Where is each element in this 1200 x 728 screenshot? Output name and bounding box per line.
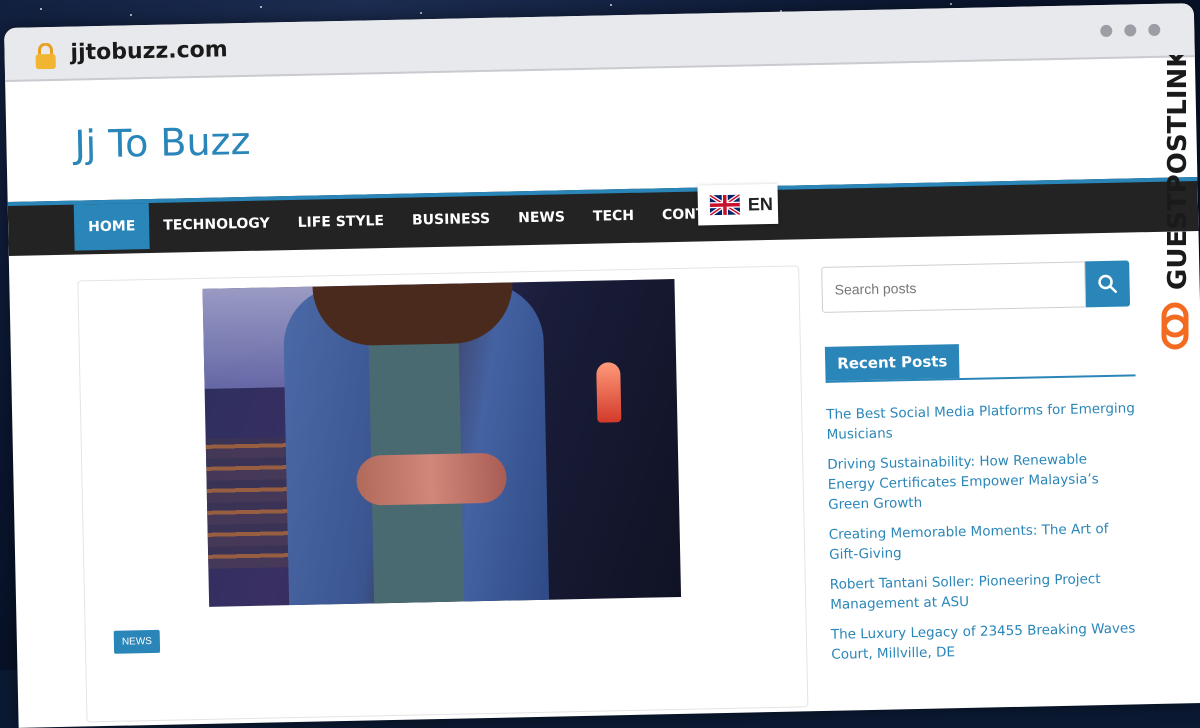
- window-controls: [1100, 24, 1160, 37]
- window-dot[interactable]: [1100, 25, 1112, 37]
- browser-window: jjtobuzz.com Jj To Buzz HOME TECHNOLOGY …: [4, 3, 1200, 728]
- post-category-badge[interactable]: NEWS: [114, 630, 160, 654]
- recent-post-link[interactable]: The Luxury Legacy of 23455 Breaking Wave…: [831, 618, 1142, 664]
- nav-menu: HOME TECHNOLOGY LIFE STYLE BUSINESS NEWS…: [74, 190, 776, 251]
- nav-item-news[interactable]: NEWS: [504, 194, 580, 242]
- address-bar-url[interactable]: jjtobuzz.com: [70, 37, 228, 65]
- chain-link-icon: [1164, 305, 1186, 347]
- main-navigation: HOME TECHNOLOGY LIFE STYLE BUSINESS NEWS…: [8, 177, 1199, 256]
- lock-icon: [34, 43, 57, 69]
- nav-item-business[interactable]: BUSINESS: [398, 196, 505, 244]
- recent-posts-widget: Recent Posts The Best Social Media Platf…: [825, 340, 1142, 674]
- nav-item-life-style[interactable]: LIFE STYLE: [283, 198, 398, 246]
- recent-posts-list: The Best Social Media Platforms for Emer…: [826, 398, 1141, 664]
- guestpostlinks-watermark: GUESTPOSTLINKS: [1156, 55, 1196, 355]
- widget-title: Recent Posts: [825, 344, 960, 381]
- recent-post-link[interactable]: The Best Social Media Platforms for Emer…: [826, 398, 1137, 444]
- recent-post-link[interactable]: Driving Sustainability: How Renewable En…: [827, 448, 1138, 514]
- nav-item-tech[interactable]: TECH: [578, 193, 648, 240]
- search-icon: [1097, 274, 1117, 294]
- featured-post-card: NEWS: [77, 265, 808, 722]
- nav-item-home[interactable]: HOME: [74, 203, 150, 251]
- recent-post-link[interactable]: Robert Tantani Soller: Pioneering Projec…: [830, 568, 1141, 614]
- search-button[interactable]: [1085, 260, 1130, 307]
- uk-flag-icon: [710, 195, 740, 216]
- watermark-text: GUESTPOSTLINKS: [1163, 55, 1193, 290]
- post-featured-image[interactable]: [203, 279, 682, 607]
- window-dot[interactable]: [1148, 24, 1160, 36]
- window-dot[interactable]: [1124, 24, 1136, 36]
- site-page: Jj To Buzz HOME TECHNOLOGY LIFE STYLE BU…: [5, 57, 1200, 722]
- site-title[interactable]: Jj To Buzz: [74, 119, 251, 167]
- widget-header: Recent Posts: [825, 340, 1136, 382]
- language-switcher[interactable]: EN: [697, 184, 778, 226]
- recent-post-link[interactable]: Creating Memorable Moments: The Art of G…: [829, 518, 1140, 564]
- nav-item-technology[interactable]: TECHNOLOGY: [149, 200, 284, 249]
- language-code: EN: [748, 193, 773, 215]
- search-input[interactable]: [821, 261, 1086, 313]
